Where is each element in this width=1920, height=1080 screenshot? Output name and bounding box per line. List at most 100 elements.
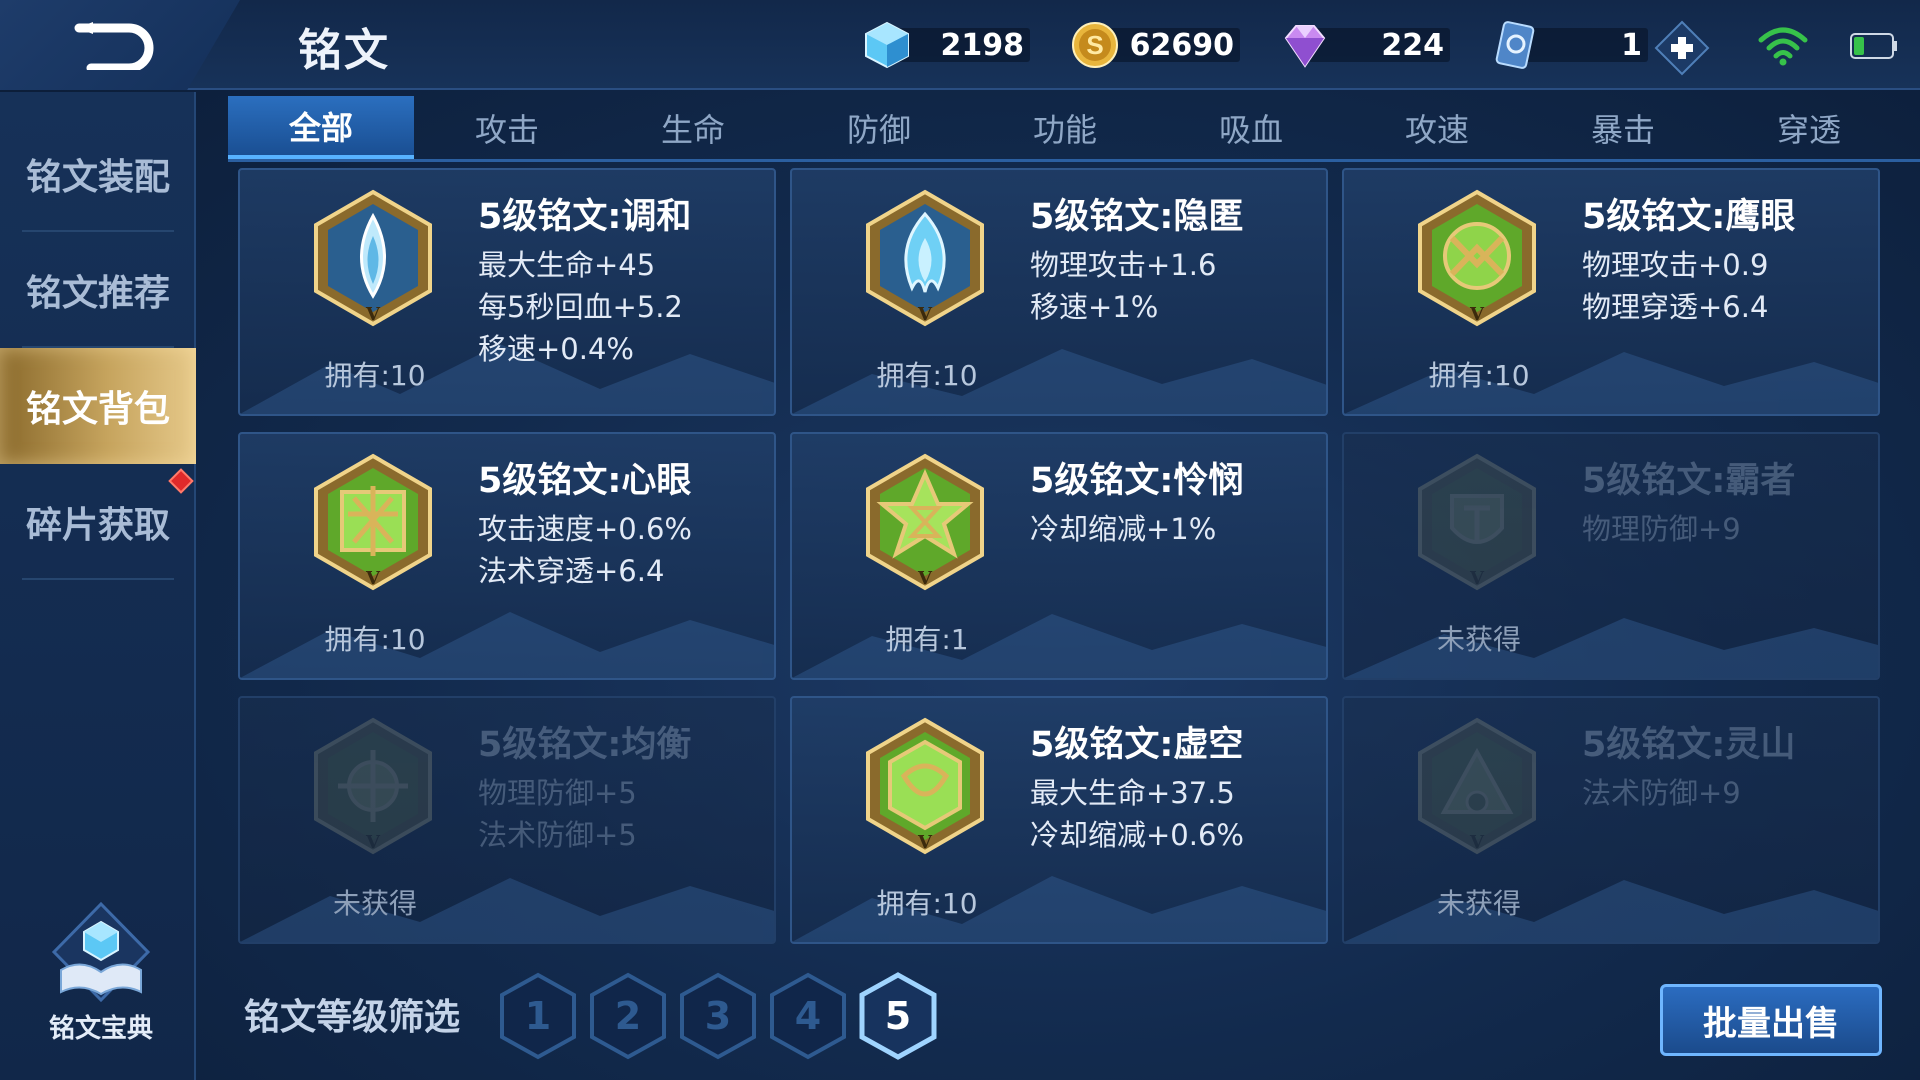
sidebar-item-equip[interactable]: 铭文装配 — [0, 116, 196, 232]
add-currency-button[interactable] — [1654, 20, 1710, 76]
sidebar-item-recommend[interactable]: 铭文推荐 — [0, 232, 196, 348]
ticket-count: 1 — [1621, 27, 1642, 63]
tab-all[interactable]: 全部 — [228, 96, 414, 159]
inscription-card-mercy[interactable]: V 拥有:1 5级铭文:怜悯 冷却缩减+1% — [790, 432, 1328, 680]
inscription-name: 5级铭文:灵山 — [1582, 725, 1796, 765]
sidebar-item-backpack[interactable]: 铭文背包 — [0, 348, 196, 464]
green-balance-emblem-icon: V — [314, 717, 432, 855]
svg-text:S: S — [1086, 30, 1103, 60]
codex-book-icon — [51, 901, 151, 1003]
tab-attack-speed[interactable]: 攻速 — [1344, 96, 1530, 159]
back-arrow-icon — [74, 22, 154, 70]
inscription-card-void[interactable]: V 拥有:10 5级铭文:虚空 最大生命+37.5 冷却缩减+0.6% — [790, 696, 1328, 944]
level-filter-4[interactable]: 4 — [768, 972, 848, 1060]
inscription-stat: 法术防御+9 — [1582, 776, 1741, 810]
owned-count: 拥有:1 — [885, 623, 969, 656]
inscription-name: 5级铭文:心眼 — [478, 461, 692, 501]
sidebar-item-fragments[interactable]: 碎片获取 — [0, 464, 196, 580]
svg-text:V: V — [1469, 568, 1485, 589]
back-button[interactable] — [62, 18, 162, 72]
inscription-stat: 物理攻击+1.6 — [1030, 248, 1217, 282]
tab-penetration[interactable]: 穿透 — [1716, 96, 1902, 159]
inscription-stat: 最大生命+37.5 — [1030, 776, 1235, 810]
level-filter-3[interactable]: 3 — [678, 972, 758, 1060]
wifi-icon — [1758, 27, 1808, 66]
page-title: 铭文 — [298, 25, 390, 76]
svg-text:V: V — [917, 568, 933, 589]
codex-label: 铭文宝典 — [48, 1014, 153, 1044]
inscription-card-stealth[interactable]: V 拥有:10 5级铭文:隐匿 物理攻击+1.6 移速+1% — [790, 168, 1328, 416]
inscription-name: 5级铭文:虚空 — [1030, 725, 1244, 765]
owned-count: 拥有:10 — [876, 359, 978, 392]
top-bar: 铭文 2198 S 62690 224 1 — [0, 0, 1920, 90]
sidebar-item-label: 碎片获取 — [25, 505, 170, 546]
level-filter-1[interactable]: 1 — [498, 972, 578, 1060]
inscription-card-mind-eye[interactable]: V 拥有:10 5级铭文:心眼 攻击速度+0.6% 法术穿透+6.4 — [238, 432, 776, 680]
diamond-count: 224 — [1381, 27, 1444, 63]
tab-crit[interactable]: 暴击 — [1530, 96, 1716, 159]
green-star-emblem-icon: V — [866, 453, 984, 591]
crystal-icon — [865, 21, 909, 69]
inscription-card-tyrant[interactable]: V 未获得 5级铭文:霸者 物理防御+9 — [1342, 432, 1880, 680]
tab-lifesteal[interactable]: 吸血 — [1158, 96, 1344, 159]
level-filter-2[interactable]: 2 — [588, 972, 668, 1060]
tab-attack[interactable]: 攻击 — [414, 96, 600, 159]
inscription-stat: 冷却缩减+0.6% — [1030, 818, 1244, 852]
level-filter-number: 1 — [524, 994, 552, 1038]
inscription-stat: 最大生命+45 — [478, 248, 656, 282]
inscription-stat: 物理防御+5 — [478, 776, 637, 810]
owned-count: 未获得 — [1436, 887, 1521, 920]
level-filter-label: 铭文等级筛选 — [244, 997, 461, 1038]
level-filter-number: 2 — [614, 994, 642, 1038]
owned-count: 未获得 — [332, 887, 417, 920]
ticket-icon — [1495, 21, 1535, 69]
owned-count: 拥有:10 — [324, 359, 426, 392]
sidebar-item-label: 铭文背包 — [25, 389, 170, 430]
level-filter-5[interactable]: 5 — [858, 972, 938, 1060]
ticket-currency: 1 — [1488, 21, 1648, 69]
svg-text:V: V — [365, 304, 381, 325]
tab-defense[interactable]: 防御 — [786, 96, 972, 159]
svg-text:V: V — [365, 568, 381, 589]
gold-currency: S 62690 — [1068, 22, 1240, 68]
codex-button[interactable]: 铭文宝典 — [26, 900, 176, 1050]
inscription-card-spirit-mountain[interactable]: V 未获得 5级铭文:灵山 法术防御+9 — [1342, 696, 1880, 944]
inscription-stat: 每5秒回血+5.2 — [478, 290, 683, 324]
inscription-stat: 物理穿透+6.4 — [1582, 290, 1769, 324]
owned-count: 拥有:10 — [324, 623, 426, 656]
inscription-stat: 法术防御+5 — [478, 818, 637, 852]
diamond-icon — [1284, 25, 1326, 68]
crystal-currency: 2198 — [860, 21, 1030, 69]
inscription-card-harmony[interactable]: V 拥有:10 5级铭文:调和 最大生命+45 每5秒回血+5.2 移速+0.4… — [238, 168, 776, 416]
inscription-stat: 物理攻击+0.9 — [1582, 248, 1769, 282]
tab-health[interactable]: 生命 — [600, 96, 786, 159]
level-filter-number: 3 — [704, 994, 732, 1038]
inscription-name: 5级铭文:怜悯 — [1030, 461, 1244, 501]
category-tabs: 全部 攻击 生命 防御 功能 吸血 攻速 暴击 穿透 — [228, 96, 1920, 162]
inscription-stat: 物理防御+9 — [1582, 512, 1741, 546]
owned-count: 拥有:10 — [1428, 359, 1530, 392]
bulk-sell-button[interactable]: 批量出售 — [1660, 984, 1882, 1056]
diamond-currency: 224 — [1278, 22, 1450, 68]
plus-icon — [1654, 20, 1710, 76]
green-mountain-emblem-icon: V — [1418, 717, 1536, 855]
gold-coin-icon: S — [1072, 22, 1118, 68]
sidebar-item-label: 铭文装配 — [25, 157, 170, 198]
inscription-stat: 移速+1% — [1030, 290, 1159, 324]
green-eagle-emblem-icon: V — [1418, 189, 1536, 327]
svg-text:V: V — [917, 304, 933, 325]
tab-utility[interactable]: 功能 — [972, 96, 1158, 159]
blue-flame-emblem-icon: V — [866, 189, 984, 327]
battery-icon — [1850, 33, 1897, 59]
crystal-count: 2198 — [940, 27, 1025, 63]
inscription-card-hawkeye[interactable]: V 拥有:10 5级铭文:鹰眼 物理攻击+0.9 物理穿透+6.4 — [1342, 168, 1880, 416]
level-filter-number: 4 — [794, 994, 822, 1038]
inscription-stat: 攻击速度+0.6% — [478, 512, 692, 546]
blue-drop-emblem-icon: V — [314, 189, 432, 327]
inscription-card-balance[interactable]: V 未获得 5级铭文:均衡 物理防御+5 法术防御+5 — [238, 696, 776, 944]
sidebar-item-label: 铭文推荐 — [25, 273, 170, 314]
svg-text:V: V — [1469, 832, 1485, 853]
owned-count: 未获得 — [1436, 623, 1521, 656]
owned-count: 拥有:10 — [876, 887, 978, 920]
svg-text:V: V — [365, 832, 381, 853]
